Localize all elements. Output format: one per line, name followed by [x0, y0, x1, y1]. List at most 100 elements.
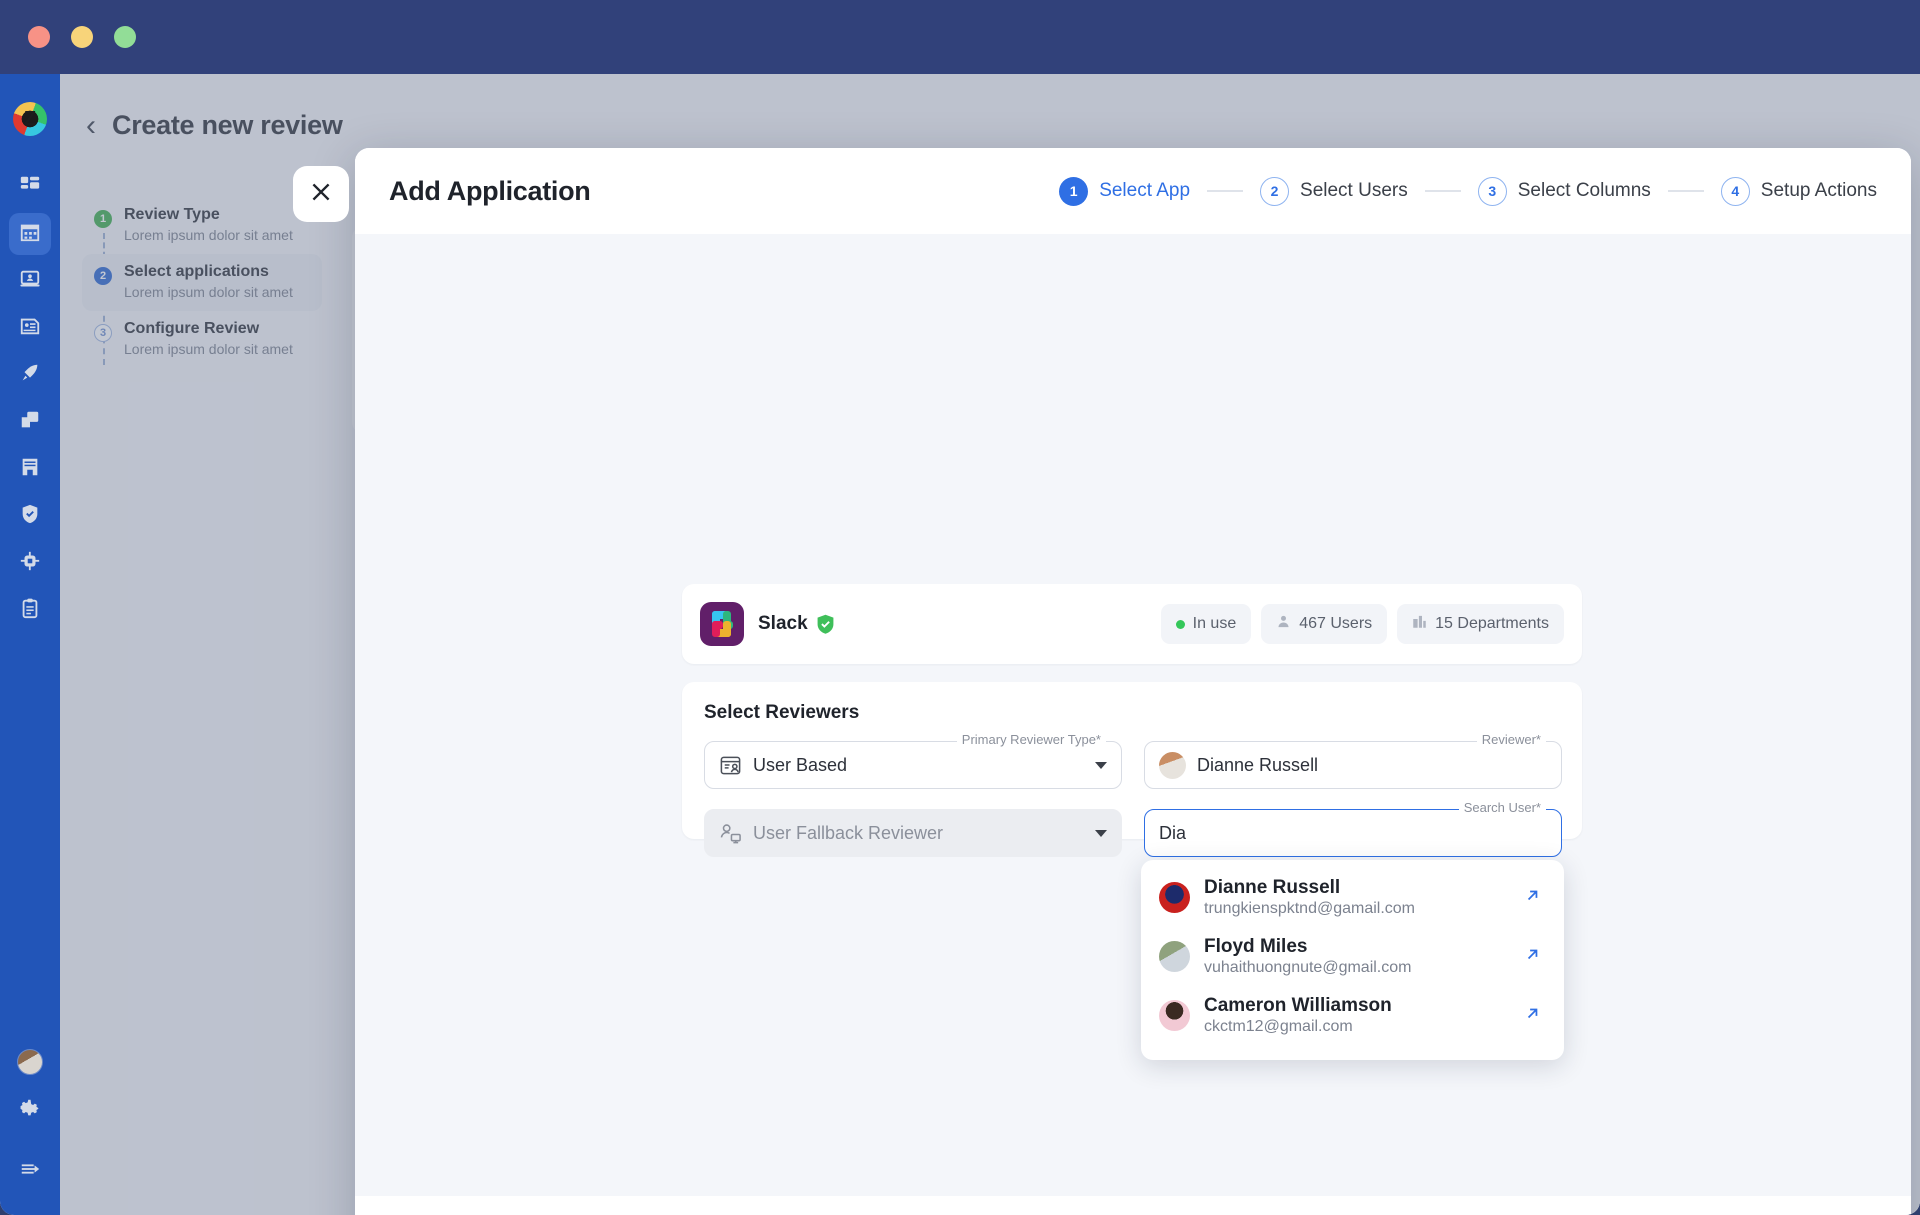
- rail-bottom-group: [0, 1049, 60, 1197]
- sidebar-item-licenses[interactable]: [9, 307, 51, 349]
- modal-footer: Cancel Next: [355, 1196, 1911, 1215]
- sidebar-item-applications[interactable]: [9, 401, 51, 443]
- sidebar-item-intelligence[interactable]: [9, 542, 51, 584]
- search-user-label: Search User*: [1458, 800, 1546, 815]
- reviewer-label: Reviewer*: [1476, 732, 1546, 747]
- sidebar-item-calendar[interactable]: [9, 213, 51, 255]
- window-titlebar: [0, 0, 1920, 74]
- step-number-badge: 1: [1059, 176, 1089, 206]
- open-arrow-icon[interactable]: [1523, 886, 1542, 909]
- status-dot-icon: [1175, 619, 1185, 629]
- open-arrow-icon[interactable]: [1523, 945, 1542, 968]
- building-icon: [19, 456, 41, 483]
- zluri-logo[interactable]: Z: [13, 102, 47, 136]
- add-application-modal: Add Application 1 Select App 2 Select Us…: [355, 148, 1911, 1215]
- verified-shield-icon: [816, 614, 835, 635]
- departments-icon: [1412, 614, 1427, 634]
- tab-setup-actions[interactable]: 4 Setup Actions: [1720, 176, 1877, 206]
- step-number-badge: 2: [1260, 176, 1290, 206]
- primary-reviewer-type-label: Primary Reviewer Type*: [956, 732, 1106, 747]
- result-name: Floyd Miles: [1204, 936, 1308, 957]
- application-badges: In use 467 Users 15 Departments: [1160, 604, 1564, 644]
- search-user-field[interactable]: Dia Search User*: [1144, 800, 1562, 857]
- departments-count-label: 15 Departments: [1435, 615, 1549, 632]
- status-badge-label: In use: [1192, 615, 1237, 632]
- window-close-button[interactable]: [28, 26, 50, 48]
- window-minimize-button[interactable]: [71, 26, 93, 48]
- user-based-icon: [719, 754, 742, 777]
- stepper-divider: [1667, 190, 1704, 192]
- selected-application-card: Slack In use 467 Users 15 Departments: [682, 584, 1582, 664]
- sidebar-item-security[interactable]: [9, 495, 51, 537]
- apps-stack-icon: [19, 409, 41, 436]
- collapse-sidebar-button[interactable]: [9, 1150, 51, 1192]
- rocket-icon: [19, 362, 41, 389]
- settings-button[interactable]: [9, 1089, 51, 1131]
- list-item[interactable]: Cameron Williamson ckctm12@gmail.com: [1141, 986, 1564, 1045]
- modal-close-button[interactable]: [293, 166, 349, 222]
- primary-reviewer-type-field[interactable]: User Based Primary Reviewer Type*: [704, 732, 1122, 789]
- search-user-value: Dia: [1159, 822, 1187, 843]
- rail-icon-list: [9, 166, 51, 636]
- reviewer-input[interactable]: Dianne Russell: [1144, 741, 1562, 789]
- users-count-label: 467 Users: [1299, 615, 1373, 632]
- modal-body: Slack In use 467 Users 15 Departments Se…: [355, 234, 1911, 1196]
- traffic-light-controls: [28, 26, 136, 48]
- step-label: Select Users: [1300, 180, 1408, 201]
- primary-reviewer-type-value: User Based: [753, 754, 848, 775]
- zluri-logo-letter: Z: [23, 107, 37, 130]
- user-icon: [1276, 614, 1291, 634]
- result-name: Cameron Williamson: [1204, 995, 1392, 1016]
- chevron-down-icon[interactable]: [1095, 761, 1107, 769]
- sidebar-item-reports[interactable]: [9, 589, 51, 631]
- close-icon: [308, 179, 334, 210]
- sidebar-item-users[interactable]: [9, 260, 51, 302]
- application-name: Slack: [758, 613, 808, 634]
- avatar: [1159, 941, 1190, 972]
- collapse-arrow-icon: [19, 1158, 41, 1185]
- avatar: [1159, 882, 1190, 913]
- fallback-reviewer-value: User Fallback Reviewer: [753, 822, 944, 843]
- step-label: Select App: [1099, 180, 1191, 201]
- reviewers-form-grid: User Based Primary Reviewer Type* Dianne…: [704, 732, 1562, 857]
- sidebar-item-dashboard[interactable]: [9, 166, 51, 208]
- window-maximize-button[interactable]: [114, 26, 136, 48]
- reviewer-field[interactable]: Dianne Russell Reviewer*: [1144, 732, 1562, 789]
- laptop-user-icon: [19, 268, 41, 295]
- step-label: Setup Actions: [1760, 180, 1877, 201]
- tab-select-app[interactable]: 1 Select App: [1059, 176, 1191, 206]
- list-item[interactable]: Floyd Miles vuhaithuongnute@gmail.com: [1141, 927, 1564, 986]
- step-number-badge: 3: [1477, 176, 1507, 206]
- result-email: vuhaithuongnute@gmail.com: [1204, 959, 1412, 976]
- step-number-badge: 4: [1720, 176, 1750, 206]
- open-arrow-icon[interactable]: [1523, 1004, 1542, 1027]
- shield-check-icon: [19, 503, 41, 530]
- tab-select-columns[interactable]: 3 Select Columns: [1477, 176, 1651, 206]
- result-email: trungkienspktnd@gamail.com: [1204, 900, 1416, 917]
- sidebar-item-automation[interactable]: [9, 354, 51, 396]
- app-shell: Z ‹ Create new review 1 Review Type Lore…: [0, 74, 1920, 1215]
- fallback-reviewer-field[interactable]: User Fallback Reviewer: [704, 809, 1122, 857]
- id-card-icon: [19, 315, 41, 342]
- wizard-stepper: 1 Select App 2 Select Users 3 Select Col…: [1059, 176, 1877, 206]
- result-name: Dianne Russell: [1204, 877, 1341, 898]
- avatar[interactable]: [17, 1049, 43, 1075]
- modal-header: Add Application 1 Select App 2 Select Us…: [355, 148, 1911, 234]
- list-item[interactable]: Dianne Russell trungkienspktnd@gamail.co…: [1141, 868, 1564, 927]
- chip-brain-icon: [19, 550, 41, 577]
- sidebar-item-departments[interactable]: [9, 448, 51, 490]
- clipboard-icon: [19, 597, 41, 624]
- slack-logo: [700, 602, 744, 646]
- primary-reviewer-type-select[interactable]: User Based: [704, 741, 1122, 789]
- select-reviewers-title: Select Reviewers: [704, 702, 860, 723]
- avatar: [1159, 1000, 1190, 1031]
- chevron-down-icon[interactable]: [1095, 829, 1107, 837]
- departments-count-badge: 15 Departments: [1397, 604, 1564, 644]
- dashboard-icon: [19, 174, 41, 201]
- reviewer-value: Dianne Russell: [1197, 754, 1319, 775]
- search-input[interactable]: Dia: [1144, 809, 1562, 857]
- stepper-divider: [1207, 190, 1244, 192]
- fallback-reviewer-select[interactable]: User Fallback Reviewer: [704, 809, 1122, 857]
- calendar-icon: [19, 221, 41, 248]
- tab-select-users[interactable]: 2 Select Users: [1260, 176, 1408, 206]
